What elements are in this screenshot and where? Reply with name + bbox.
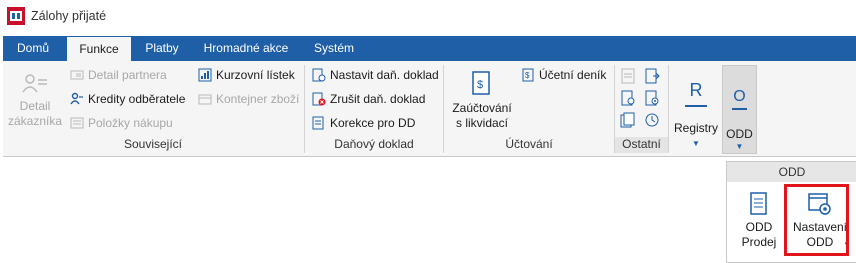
registry-button[interactable]: R Registry ▼: [669, 80, 723, 151]
red-highlight-frame: [784, 184, 849, 256]
sales-doc-icon: [750, 192, 767, 215]
doc-correction-icon: [312, 116, 324, 130]
person-list-icon: [22, 74, 47, 93]
odd-letter-icon: O: [733, 88, 746, 105]
ribbon-tab-bar: Domů Funkce Platby Hromadné akce Systém: [3, 36, 856, 61]
journal-icon: $: [522, 68, 534, 82]
partner-card-icon: [70, 70, 84, 80]
registry-label: Registry: [673, 121, 718, 135]
detail-partnera-label: Detail partnera: [88, 68, 167, 82]
kontejner-zbozi-label: Kontejner zboží: [216, 92, 300, 106]
zauctovani-label-2: s likvidací: [455, 116, 508, 130]
accounting-doc-icon: $: [472, 71, 490, 95]
tab-system[interactable]: Systém: [303, 36, 365, 61]
registry-underline: [685, 105, 707, 107]
group-label-uctovani: Účtování: [505, 137, 553, 151]
nastavit-dan-doklad-button[interactable]: Nastavit daň. doklad: [312, 68, 439, 82]
kurzovni-listek-button[interactable]: Kurzovní lístek: [198, 68, 295, 82]
odd-prodej-label-1: ODD: [745, 220, 773, 234]
doc-export-icon[interactable]: [644, 68, 660, 84]
odd-prodej-button[interactable]: ODD Prodej: [733, 192, 785, 250]
title-bar: Zálohy přijaté: [0, 0, 856, 34]
odd-button[interactable]: O ODD ▼: [722, 65, 757, 154]
polozky-nakupu-label: Položky nákupu: [88, 116, 173, 130]
zauctovani-label-1: Zaúčtování: [452, 101, 512, 115]
svg-text:$: $: [477, 79, 483, 91]
container-icon: [198, 94, 212, 105]
group-label-ostatni: Ostatní: [615, 137, 668, 153]
doc-search-icon[interactable]: [620, 90, 636, 106]
zauctovani-s-likvidaci-button[interactable]: $ Zaúčtování s likvidací: [449, 71, 515, 131]
odd-prodej-label-2: Prodej: [741, 235, 777, 249]
detail-zakaznika-button[interactable]: Detail zákazníka: [7, 73, 63, 129]
registry-letter-icon: R: [689, 80, 703, 100]
ucetni-denik-button[interactable]: $ Účetní deník: [521, 68, 606, 82]
kurzovni-listek-label: Kurzovní lístek: [216, 68, 295, 82]
odd-underline: [732, 108, 747, 110]
detail-partnera-button[interactable]: Detail partnera: [70, 68, 167, 82]
chevron-down-icon: ▼: [692, 139, 700, 148]
odd-label: ODD: [726, 127, 753, 141]
items-list-icon: [70, 117, 84, 129]
chevron-down-icon: ▼: [735, 142, 744, 151]
detail-zakaznika-label-1: Detail: [19, 99, 51, 113]
tab-funkce[interactable]: Funkce: [67, 37, 131, 61]
person-credit-icon: [70, 92, 83, 105]
doc-settings-icon[interactable]: [644, 90, 660, 106]
doc-gear-icon: [312, 68, 326, 82]
kredity-odberatele-button[interactable]: Kredity odběratele: [70, 92, 185, 106]
zrusit-dan-doklad-button[interactable]: Zrušit daň. doklad: [312, 92, 425, 106]
polozky-nakupu-button[interactable]: Položky nákupu: [70, 116, 173, 130]
tab-platby[interactable]: Platby: [133, 36, 191, 61]
window-title: Zálohy přijaté: [31, 9, 107, 23]
ucetni-denik-label: Účetní deník: [539, 68, 607, 82]
odd-dropdown-title: ODD: [727, 162, 856, 182]
tab-hromadne-akce[interactable]: Hromadné akce: [195, 36, 297, 61]
detail-zakaznika-label-2: zákazníka: [7, 114, 63, 128]
group-label-souvisejici: Související: [123, 137, 183, 151]
korekce-pro-dd-label: Korekce pro DD: [330, 116, 416, 130]
svg-text:$: $: [525, 71, 530, 80]
kontejner-zbozi-button[interactable]: Kontejner zboží: [198, 92, 299, 106]
kredity-odberatele-label: Kredity odběratele: [88, 92, 186, 106]
disabled-doc-icon[interactable]: [620, 68, 636, 84]
clock-refresh-icon[interactable]: [644, 112, 660, 128]
nastavit-dan-doklad-label: Nastavit daň. doklad: [330, 68, 439, 82]
zrusit-dan-doklad-label: Zrušit daň. doklad: [330, 92, 426, 106]
korekce-pro-dd-button[interactable]: Korekce pro DD: [312, 116, 415, 130]
docs-stack-icon[interactable]: [620, 112, 636, 128]
group-label-danovy-doklad: Daňový doklad: [334, 137, 414, 151]
app-logo-icon: [7, 7, 25, 25]
doc-cancel-icon: [312, 92, 326, 106]
exchange-chart-icon: [198, 68, 212, 82]
tab-domu[interactable]: Domů: [3, 36, 63, 61]
